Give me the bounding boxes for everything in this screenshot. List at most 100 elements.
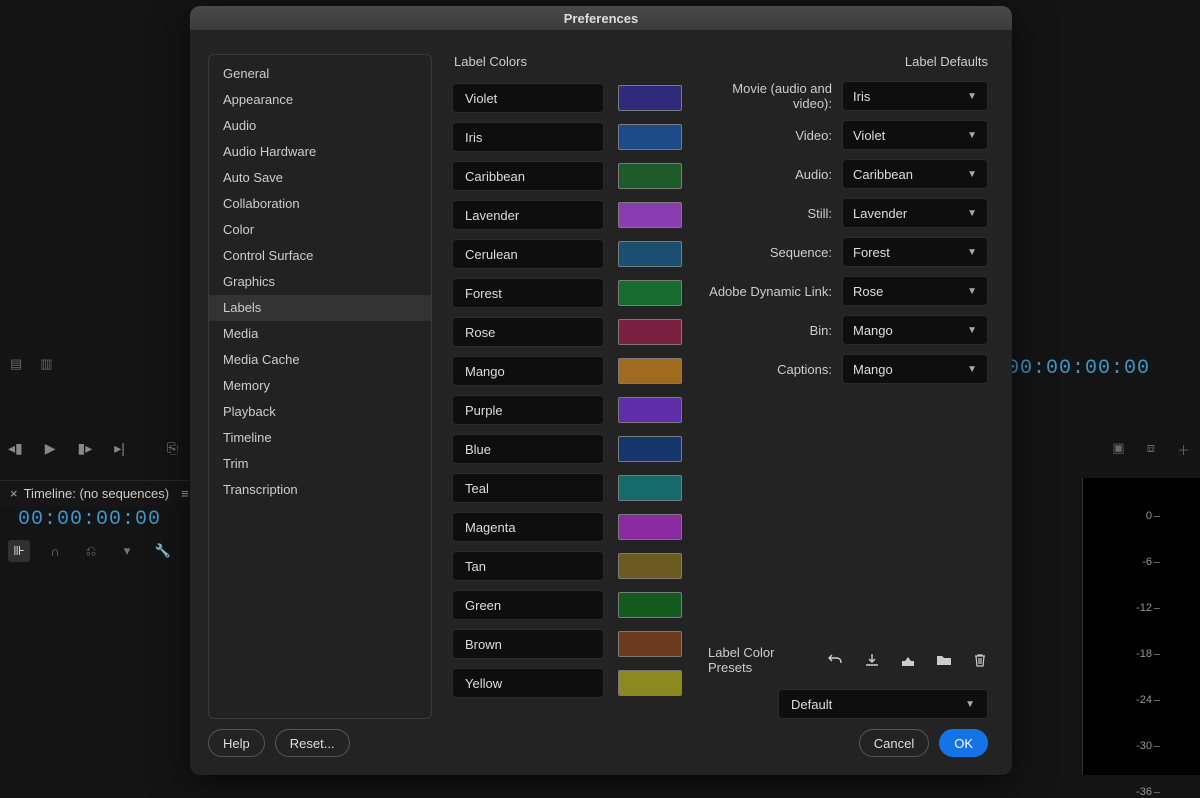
dropdown-value: Iris [853,89,870,104]
color-swatch[interactable] [618,592,682,618]
label-name-input[interactable]: Lavender [452,200,604,230]
color-swatch[interactable] [618,202,682,228]
sidebar-item-color[interactable]: Color [209,217,431,243]
label-default-dropdown[interactable]: Iris▼ [842,81,988,111]
color-swatch[interactable] [618,358,682,384]
color-swatch[interactable] [618,280,682,306]
label-default-dropdown[interactable]: Lavender ▼ [842,198,988,228]
label-default-dropdown[interactable]: Violet▼ [842,120,988,150]
step-forward-icon[interactable]: ▮▸ [78,440,93,457]
trash-icon[interactable] [972,652,988,668]
insert-icon[interactable]: ⎘ [167,440,178,457]
label-color-row: Blue [452,434,682,464]
label-name-input[interactable]: Mango [452,356,604,386]
label-colors-heading: Label Colors [452,54,682,69]
preset-dropdown[interactable]: Default ▼ [778,689,988,719]
color-swatch[interactable] [618,397,682,423]
import-icon[interactable] [864,652,880,668]
label-default-row: Adobe Dynamic Link:Rose▼ [708,276,988,306]
label-default-row: Captions: Mango▼ [708,354,988,384]
ok-button[interactable]: OK [939,729,988,757]
folder-icon[interactable] [936,652,952,668]
label-default-dropdown[interactable]: Caribbean▼ [842,159,988,189]
dropdown-value: Lavender [853,206,907,221]
label-color-row: Magenta [452,512,682,542]
sidebar-item-trim[interactable]: Trim [209,451,431,477]
label-name-input[interactable]: Tan [452,551,604,581]
label-color-row: Teal [452,473,682,503]
close-icon[interactable]: × [10,486,18,501]
export-icon[interactable] [900,652,916,668]
label-name-input[interactable]: Forest [452,278,604,308]
label-color-row: Forest [452,278,682,308]
sidebar-item-graphics[interactable]: Graphics [209,269,431,295]
step-back-icon[interactable]: ◂▮ [8,440,23,457]
sidebar-item-timeline[interactable]: Timeline [209,425,431,451]
sidebar-item-playback[interactable]: Playback [209,399,431,425]
dialog-footer: Help Reset... Cancel OK [190,719,1012,775]
label-name-input[interactable]: Green [452,590,604,620]
sidebar-item-general[interactable]: General [209,61,431,87]
label-name-input[interactable]: Teal [452,473,604,503]
sidebar-item-audio-hardware[interactable]: Audio Hardware [209,139,431,165]
label-name-input[interactable]: Violet [452,83,604,113]
color-swatch[interactable] [618,436,682,462]
label-default-label: Captions: [708,362,832,377]
label-name-input[interactable]: Blue [452,434,604,464]
color-swatch[interactable] [618,670,682,696]
snap-icon[interactable]: ⊪ [8,540,30,562]
color-swatch[interactable] [618,475,682,501]
add-icon[interactable]: ＋ [1177,440,1190,459]
list-icon: ▤ [10,356,22,372]
audio-meter: 0-6-12-18-24-30-36 [1082,478,1200,775]
sidebar-item-transcription[interactable]: Transcription [209,477,431,503]
color-swatch[interactable] [618,124,682,150]
preferences-dialog: Preferences GeneralAppearanceAudioAudio … [190,6,1012,775]
label-default-dropdown[interactable]: Rose▼ [842,276,988,306]
monitor-timecode: 00:00:00:00 [1007,357,1150,380]
sidebar-item-media-cache[interactable]: Media Cache [209,347,431,373]
color-swatch[interactable] [618,514,682,540]
label-name-input[interactable]: Yellow [452,668,604,698]
reset-button[interactable]: Reset... [275,729,350,757]
label-name-input[interactable]: Caribbean [452,161,604,191]
label-default-dropdown[interactable]: Mango▼ [842,315,988,345]
label-default-dropdown[interactable]: Forest▼ [842,237,988,267]
fx-bypass-icon[interactable]: ⧈ [1147,440,1155,459]
color-swatch[interactable] [618,631,682,657]
timeline-panel-tab[interactable]: × Timeline: (no sequences) ≡ [0,480,199,506]
color-swatch[interactable] [618,241,682,267]
panel-menu-icon[interactable]: ≡ [181,486,189,501]
sidebar-item-labels[interactable]: Labels [209,295,431,321]
undo-icon[interactable] [828,652,844,668]
label-name-input[interactable]: Purple [452,395,604,425]
label-name-input[interactable]: Magenta [452,512,604,542]
marker-tool-icon[interactable]: ▾ [116,540,138,562]
sidebar-item-memory[interactable]: Memory [209,373,431,399]
compare-icon[interactable]: ▣ [1112,440,1124,459]
cancel-button[interactable]: Cancel [859,729,929,757]
sidebar-item-appearance[interactable]: Appearance [209,87,431,113]
help-button[interactable]: Help [208,729,265,757]
label-name-input[interactable]: Iris [452,122,604,152]
sidebar-item-control-surface[interactable]: Control Surface [209,243,431,269]
sidebar-item-auto-save[interactable]: Auto Save [209,165,431,191]
label-name-input[interactable]: Cerulean [452,239,604,269]
color-swatch[interactable] [618,163,682,189]
color-swatch[interactable] [618,319,682,345]
label-name-input[interactable]: Brown [452,629,604,659]
sidebar-item-media[interactable]: Media [209,321,431,347]
sidebar-item-collaboration[interactable]: Collaboration [209,191,431,217]
jump-icon[interactable]: ▸| [114,440,125,457]
chevron-down-icon: ▼ [967,364,977,375]
magnet-icon[interactable]: ∩ [44,540,66,562]
chevron-down-icon: ▼ [967,208,977,219]
play-icon[interactable]: ▶ [45,440,56,457]
wrench-icon[interactable]: 🔧 [152,540,174,562]
sidebar-item-audio[interactable]: Audio [209,113,431,139]
color-swatch[interactable] [618,85,682,111]
label-name-input[interactable]: Rose [452,317,604,347]
link-selection-icon[interactable]: ⎌ [80,540,102,562]
color-swatch[interactable] [618,553,682,579]
label-default-dropdown[interactable]: Mango▼ [842,354,988,384]
